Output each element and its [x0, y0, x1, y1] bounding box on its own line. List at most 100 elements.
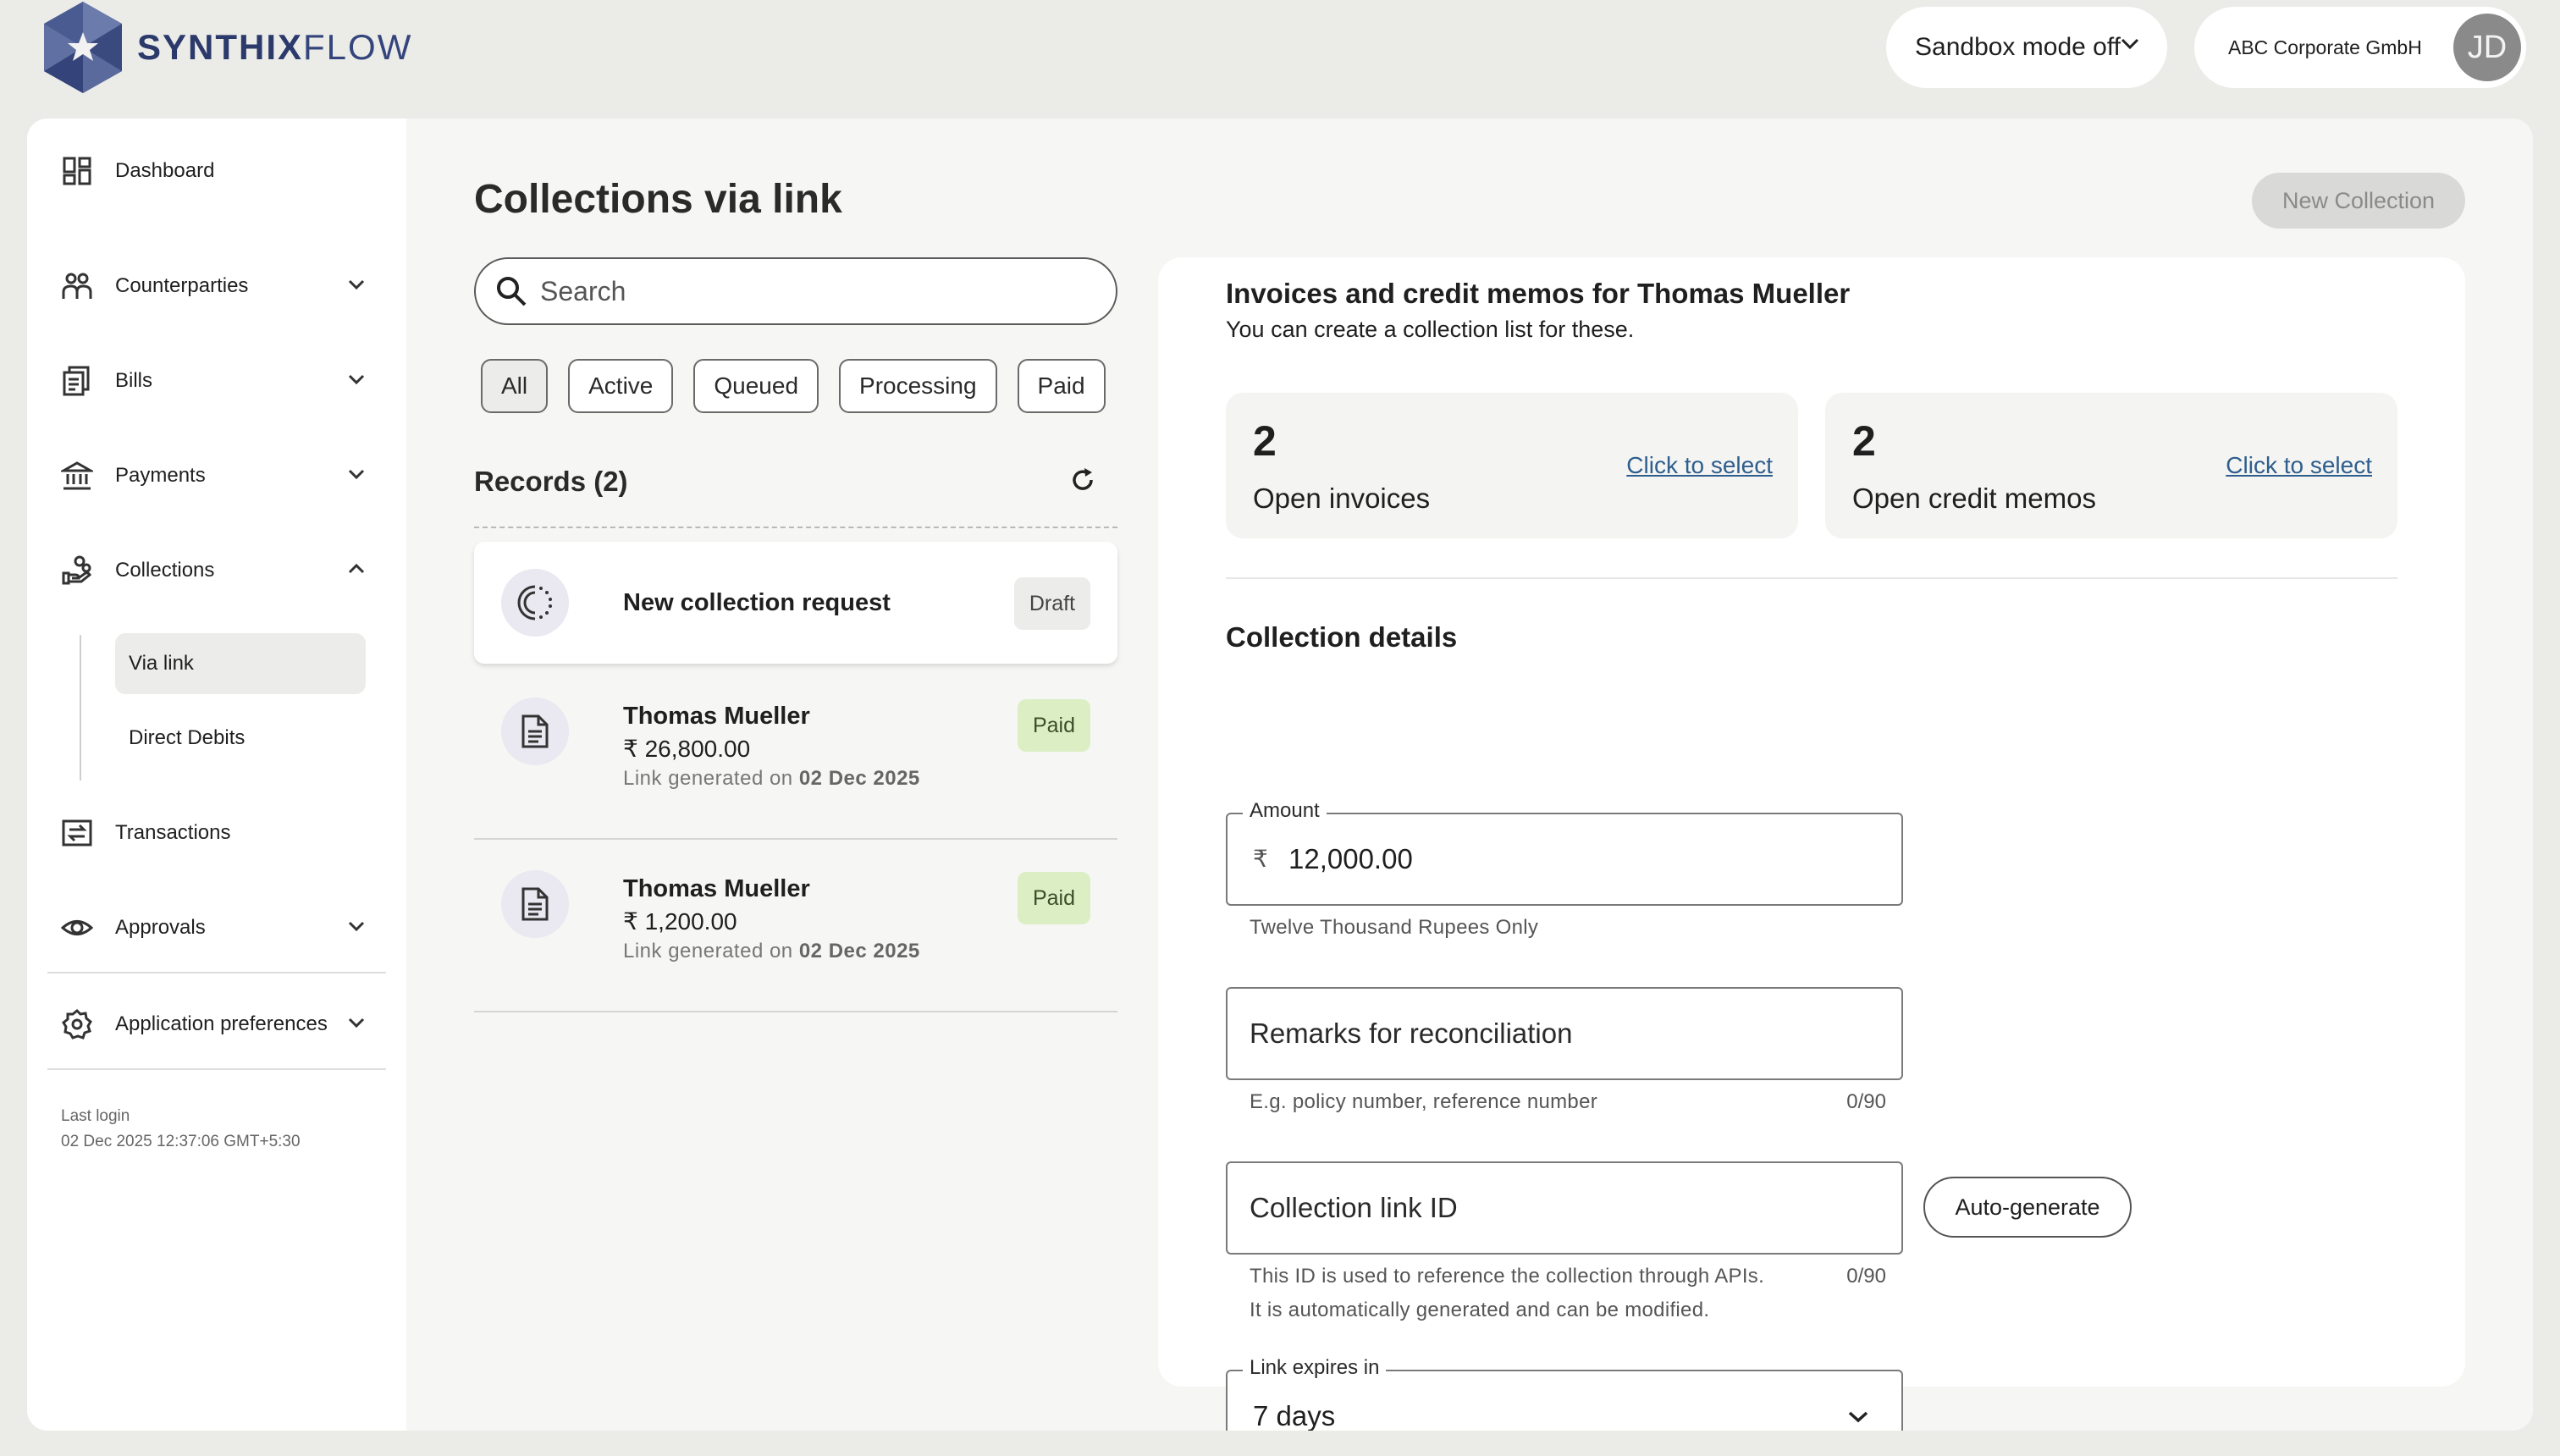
records-title: Records (2): [474, 466, 628, 497]
loading-progress-icon: [517, 585, 552, 620]
link-id-helper-1: This ID is used to reference the collect…: [1250, 1265, 1765, 1288]
sidebar-item-transactions[interactable]: Transactions: [61, 802, 379, 863]
chevron-down-icon: [2121, 38, 2139, 50]
open-invoices-card: 2 Open invoices Click to select: [1226, 393, 1798, 538]
amount-in-words: Twelve Thousand Rupees Only: [1250, 916, 1539, 939]
sidebar-item-approvals[interactable]: Approvals: [61, 897, 379, 958]
bills-icon: [63, 366, 90, 396]
sidebar-item-label: Counterparties: [115, 274, 249, 297]
remarks-helper: E.g. policy number, reference number: [1250, 1090, 1598, 1113]
last-login-value: 02 Dec 2025 12:37:06 GMT+5:30: [61, 1133, 301, 1150]
open-credit-memos-label: Open credit memos: [1852, 483, 2096, 514]
record-name: Thomas Mueller: [623, 875, 810, 902]
list-item[interactable]: Thomas Mueller ₹ 1,200.00 Link generated…: [474, 870, 1117, 992]
collection-link-id-field[interactable]: Collection link ID: [1226, 1161, 1903, 1255]
link-expiry-select[interactable]: Link expires in 7 days: [1226, 1356, 1903, 1431]
link-id-helper-2: It is automatically generated and can be…: [1250, 1299, 1710, 1321]
chevron-down-icon: [348, 469, 365, 480]
chevron-down-icon: [348, 1018, 365, 1029]
document-icon: [521, 714, 549, 748]
record-name: Thomas Mueller: [623, 703, 810, 730]
top-bar: SYNTHIXFLOW Sandbox mode off ABC Corpora…: [0, 0, 2560, 119]
status-badge: Paid: [1017, 699, 1090, 752]
sidebar-item-payments[interactable]: Payments: [61, 445, 379, 506]
draft-title: New collection request: [623, 589, 891, 616]
filter-chip-queued[interactable]: Queued: [693, 359, 819, 413]
panel-subtitle: You can create a collection list for the…: [1226, 317, 1635, 342]
search-input[interactable]: [540, 275, 1082, 307]
draft-icon-wrapper: [501, 569, 569, 637]
collection-details-heading: Collection details: [1226, 621, 1458, 653]
sidebar-item-label: Collections: [115, 559, 215, 582]
app-shell: Dashboard Counterparties Bills Payments …: [27, 119, 2533, 1431]
sidebar-subitem-via-link[interactable]: Via link: [115, 633, 366, 694]
sidebar-divider: [47, 1068, 386, 1070]
new-collection-button[interactable]: New Collection: [2252, 173, 2465, 229]
avatar[interactable]: JD: [2453, 14, 2521, 81]
link-id-char-counter: 0/90: [1846, 1265, 1886, 1288]
logo-text: SYNTHIXFLOW: [137, 27, 413, 67]
page-title: Collections via link: [474, 177, 842, 222]
filter-chip-all[interactable]: All: [481, 359, 549, 413]
amount-value[interactable]: 12,000.00: [1288, 843, 1413, 875]
last-login-label: Last login: [61, 1107, 130, 1125]
chevron-down-icon: [348, 921, 365, 932]
status-filter-chips: All Active Queued Processing Paid: [481, 359, 1106, 413]
filter-chip-active[interactable]: Active: [568, 359, 674, 413]
sidebar-item-label: Transactions: [115, 821, 231, 844]
sidebar-item-dashboard[interactable]: Dashboard: [61, 141, 379, 201]
sandbox-mode-dropdown[interactable]: Sandbox mode off: [1886, 7, 2167, 88]
brand-logo[interactable]: SYNTHIXFLOW: [39, 0, 412, 95]
panel-title: Invoices and credit memos for Thomas Mue…: [1226, 278, 1851, 309]
status-badge: Draft: [1013, 577, 1090, 630]
sidebar-item-counterparties[interactable]: Counterparties: [61, 256, 379, 317]
link-id-placeholder: Collection link ID: [1250, 1192, 1458, 1223]
people-icon: [62, 273, 92, 299]
refresh-icon[interactable]: [1068, 466, 1097, 494]
chevron-up-icon: [348, 563, 365, 574]
sidebar-item-bills[interactable]: Bills: [61, 350, 379, 411]
document-icon: [521, 887, 549, 921]
sidebar-item-label: Application preferences: [115, 1012, 328, 1035]
filter-chip-paid[interactable]: Paid: [1017, 359, 1106, 413]
remarks-char-counter: 0/90: [1846, 1090, 1886, 1113]
select-credit-memos-link[interactable]: Click to select: [2226, 452, 2372, 479]
bank-icon: [61, 461, 93, 490]
submenu-guide-line: [80, 635, 81, 780]
sidebar: Dashboard Counterparties Bills Payments …: [27, 119, 406, 1431]
collection-detail-panel: Invoices and credit memos for Thomas Mue…: [1158, 257, 2465, 1431]
open-credit-memos-card: 2 Open credit memos Click to select: [1825, 393, 2397, 538]
logo-mark-icon: [44, 2, 122, 93]
link-expiry-label: Link expires in: [1243, 1356, 1387, 1380]
draft-collection-item[interactable]: New collection request Draft: [474, 542, 1117, 664]
amount-field[interactable]: Amount ₹ 12,000.00: [1226, 799, 1903, 906]
chevron-down-icon: [348, 279, 365, 290]
sidebar-item-label: Payments: [115, 464, 206, 487]
account-switcher[interactable]: ABC Corporate GmbH JD: [2194, 7, 2526, 88]
eye-icon: [61, 920, 93, 935]
list-item[interactable]: Thomas Mueller ₹ 26,800.00 Link generate…: [474, 698, 1117, 819]
sidebar-item-label: Dashboard: [115, 159, 215, 182]
sidebar-item-collections[interactable]: Collections: [61, 540, 379, 601]
amount-label: Amount: [1243, 799, 1327, 823]
sidebar-item-application-preferences[interactable]: Application preferences: [61, 994, 379, 1055]
row-divider: [474, 1011, 1117, 1012]
filter-chip-processing[interactable]: Processing: [839, 359, 997, 413]
search-icon: [497, 277, 527, 306]
record-amount: ₹ 1,200.00: [623, 908, 737, 935]
sidebar-divider: [47, 972, 386, 973]
select-invoices-link[interactable]: Click to select: [1626, 452, 1773, 479]
link-expiry-value: 7 days: [1253, 1400, 1336, 1431]
remarks-field[interactable]: Remarks for reconciliation: [1226, 987, 1903, 1080]
record-amount: ₹ 26,800.00: [623, 736, 751, 762]
sidebar-item-label: Bills: [115, 369, 153, 392]
status-badge: Paid: [1017, 872, 1090, 924]
currency-symbol: ₹: [1253, 846, 1268, 872]
sidebar-subitem-direct-debits[interactable]: Direct Debits: [115, 708, 366, 769]
sidebar-item-label: Approvals: [115, 916, 206, 939]
search-box[interactable]: [474, 257, 1117, 325]
sidebar-subitem-label: Via link: [129, 652, 194, 675]
open-credit-memos-count: 2: [1852, 417, 1876, 465]
auto-generate-button[interactable]: Auto-generate: [1923, 1177, 2132, 1238]
transfer-icon: [62, 819, 92, 847]
